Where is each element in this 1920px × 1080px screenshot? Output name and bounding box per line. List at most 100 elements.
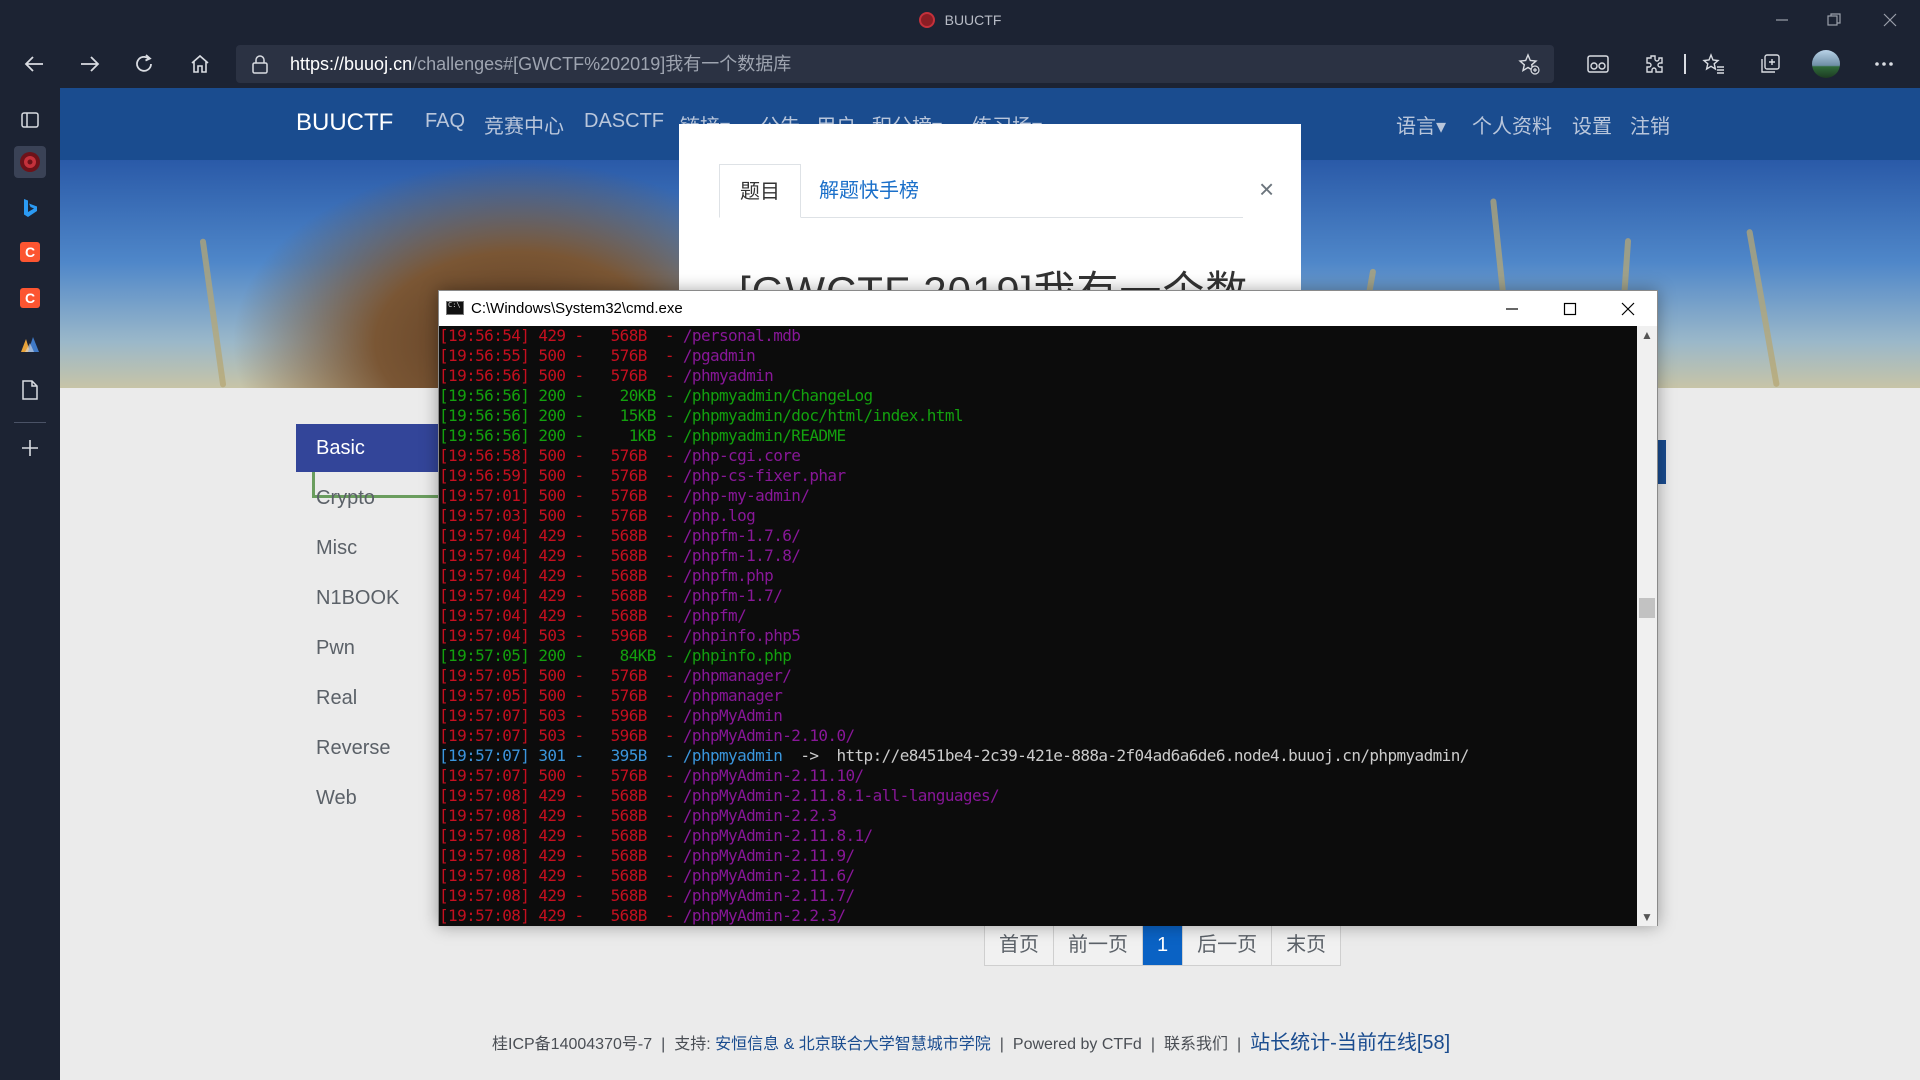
console-line: [19:56:56] 200 - 1KB - /phpmyadmin/READM… — [439, 426, 1637, 446]
nav-settings[interactable]: 设置 — [1572, 110, 1612, 139]
favorite-add-icon[interactable] — [1518, 53, 1540, 75]
close-icon — [1883, 13, 1897, 27]
refresh-button[interactable] — [124, 44, 164, 84]
cmd-close-button[interactable] — [1599, 291, 1657, 326]
category-reverse[interactable]: Reverse — [296, 724, 456, 772]
tab-challenge[interactable]: 题目 — [719, 164, 801, 218]
address-bar[interactable]: https://buuoj.cn/challenges#[GWCTF%20201… — [236, 45, 1554, 83]
buuctf-site-button[interactable] — [14, 146, 46, 178]
console-line-status: [19:57:04] 503 - 596B - — [439, 626, 683, 645]
scroll-up-icon[interactable]: ▲ — [1637, 326, 1657, 344]
site-brand[interactable]: BUUCTF — [296, 109, 393, 137]
footer-stats[interactable]: 站长统计-当前在线[58] — [1250, 1032, 1450, 1054]
modal-close-button[interactable]: × — [1259, 174, 1274, 205]
notes-button[interactable] — [14, 374, 46, 406]
tab-solves[interactable]: 解题快手榜 — [799, 164, 939, 218]
home-button[interactable] — [180, 44, 220, 84]
collections-button[interactable] — [1750, 44, 1790, 84]
category-basic[interactable]: Basic — [296, 424, 456, 472]
cmd-title-bar[interactable]: C:\Windows\System32\cmd.exe — [439, 291, 1657, 326]
forward-button[interactable] — [70, 44, 110, 84]
cmd-title: C:\Windows\System32\cmd.exe — [471, 300, 683, 317]
buuctf-site-icon — [20, 152, 40, 172]
console-line-path: /phpmyadmin/doc/html/index.html — [682, 406, 964, 425]
footer-separator: | — [1237, 1036, 1242, 1053]
console-line-path: /phpMyAdmin-2.11.9/ — [682, 846, 855, 865]
footer-support-link[interactable]: 安恒信息 & 北京联合大学智慧城市学院 — [715, 1036, 991, 1053]
footer-icp[interactable]: 桂ICP备14004370号-7 — [492, 1036, 652, 1053]
more-button[interactable] — [1864, 44, 1904, 84]
console-line: [19:57:05] 500 - 576B - /phpmanager — [439, 686, 1637, 706]
back-icon — [24, 56, 43, 72]
svg-text:C: C — [25, 290, 35, 306]
console-line: [19:56:56] 200 - 20KB - /phpmyadmin/Chan… — [439, 386, 1637, 406]
bing-button[interactable] — [14, 192, 46, 224]
bing-icon — [24, 199, 37, 217]
console-line-path: /personal.mdb — [682, 326, 801, 345]
page-prev[interactable]: 前一页 — [1054, 925, 1143, 965]
tab-actions-button[interactable] — [14, 104, 46, 136]
console-line-path: /phpMyAdmin-2.2.3/ — [682, 906, 846, 925]
browser-sidebar: C C — [0, 88, 60, 1080]
csdn-button-2[interactable]: C — [14, 282, 46, 314]
reading-view-button[interactable] — [1578, 44, 1618, 84]
nav-language[interactable]: 语言▾ — [1396, 110, 1446, 139]
profile-avatar — [1812, 50, 1840, 78]
console-line-path: /phpmyadmin/ChangeLog — [682, 386, 873, 405]
console-line-path: /phpmanager — [682, 686, 783, 705]
lock-icon[interactable] — [250, 54, 270, 74]
category-web[interactable]: Web — [296, 774, 456, 822]
app-button[interactable] — [14, 328, 46, 360]
cmd-console-output[interactable]: [19:56:54] 429 - 568B - /personal.mdb [19… — [439, 326, 1637, 926]
restore-button[interactable] — [1806, 0, 1862, 40]
favorites-button[interactable] — [1694, 44, 1734, 84]
cmd-minimize-button[interactable] — [1483, 291, 1541, 326]
csdn-button[interactable]: C — [14, 236, 46, 268]
page-next[interactable]: 后一页 — [1183, 925, 1273, 965]
console-line: [19:57:04] 429 - 568B - /phpfm-1.7.6/ — [439, 526, 1637, 546]
category-misc[interactable]: Misc — [296, 524, 456, 572]
cmd-scrollbar[interactable]: ▲ ▼ — [1637, 326, 1657, 926]
console-line: [19:57:05] 500 - 576B - /phpmanager/ — [439, 666, 1637, 686]
nav-dasctf[interactable]: DASCTF — [584, 110, 664, 133]
footer-separator: | — [1150, 1036, 1155, 1053]
extensions-button[interactable] — [1634, 44, 1674, 84]
category-crypto[interactable]: Crypto — [296, 474, 456, 522]
browser-toolbar: https://buuoj.cn/challenges#[GWCTF%20201… — [0, 40, 1920, 88]
cmd-icon — [446, 301, 464, 315]
console-line: [19:57:08] 429 - 568B - /phpMyAdmin-2.11… — [439, 786, 1637, 806]
page-first[interactable]: 首页 — [985, 925, 1054, 965]
minimize-button[interactable] — [1754, 0, 1810, 40]
category-pwn[interactable]: Pwn — [296, 624, 456, 672]
url-text[interactable]: https://buuoj.cn/challenges#[GWCTF%20201… — [290, 45, 791, 83]
add-sidebar-button[interactable] — [14, 432, 46, 464]
back-button[interactable] — [14, 44, 54, 84]
profile-button[interactable] — [1806, 44, 1846, 84]
footer-contact[interactable]: 联系我们 — [1164, 1036, 1228, 1053]
console-line: [19:56:59] 500 - 576B - /php-cs-fixer.ph… — [439, 466, 1637, 486]
scroll-down-icon[interactable]: ▼ — [1637, 908, 1657, 926]
nav-competitions[interactable]: 竞赛中心 — [484, 110, 564, 139]
console-line-status: [19:57:07] 301 - 395B - — [439, 746, 683, 765]
category-real[interactable]: Real — [296, 674, 456, 722]
nav-faq[interactable]: FAQ — [425, 110, 465, 133]
console-line-path: /phmyadmin — [682, 366, 774, 385]
app-icon — [21, 337, 39, 352]
category-n1book[interactable]: N1BOOK — [296, 574, 456, 622]
nav-logout[interactable]: 注销 — [1630, 110, 1670, 139]
page-current[interactable]: 1 — [1143, 925, 1184, 965]
console-line-status: [19:57:04] 429 - 568B - — [439, 526, 683, 545]
console-line-status: [19:56:56] 200 - 1KB - — [439, 426, 683, 445]
console-line: [19:57:04] 503 - 596B - /phpinfo.php5 — [439, 626, 1637, 646]
toolbar-divider — [1684, 54, 1686, 74]
nav-profile[interactable]: 个人资料 — [1472, 110, 1552, 139]
scroll-thumb[interactable] — [1639, 598, 1655, 618]
cmd-window: C:\Windows\System32\cmd.exe [19:56:54] 4… — [438, 290, 1658, 926]
close-window-button[interactable] — [1862, 0, 1918, 40]
forward-icon — [81, 56, 100, 72]
url-host: https://buuoj.cn — [290, 54, 413, 74]
page-last[interactable]: 末页 — [1272, 925, 1340, 965]
cmd-maximize-button[interactable] — [1541, 291, 1599, 326]
console-line-status: [19:57:08] 429 - 568B - — [439, 826, 683, 845]
footer-powered[interactable]: Powered by CTFd — [1013, 1036, 1142, 1053]
